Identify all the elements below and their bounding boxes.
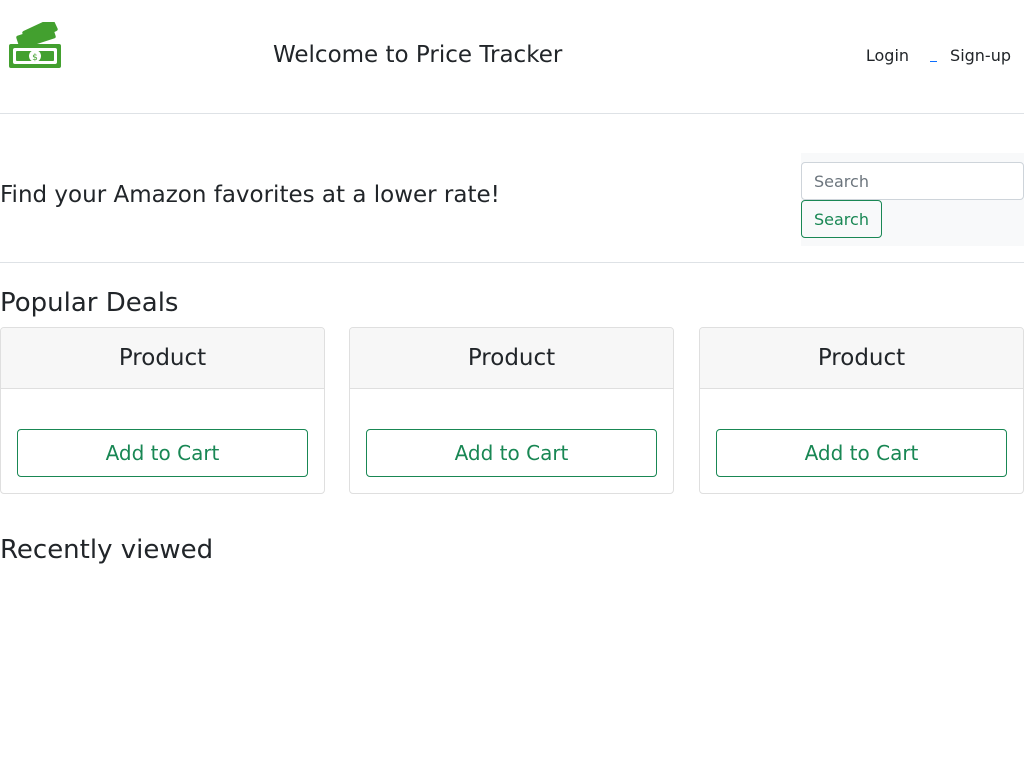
add-to-cart-button[interactable]: Add to Cart	[716, 429, 1007, 477]
money-stack-icon[interactable]: $	[7, 22, 63, 70]
product-card: Product Add to Cart	[699, 327, 1024, 494]
nav-separator	[930, 60, 938, 62]
add-to-cart-button[interactable]: Add to Cart	[366, 429, 657, 477]
product-card: Product Add to Cart	[0, 327, 325, 494]
search-button[interactable]: Search	[801, 200, 882, 238]
popular-deals-title: Popular Deals	[0, 288, 179, 318]
product-card: Product Add to Cart	[349, 327, 674, 494]
page-title: Welcome to Price Tracker	[273, 42, 563, 68]
hero-tagline: Find your Amazon favorites at a lower ra…	[0, 182, 500, 208]
search-form: Search	[801, 153, 1024, 246]
add-to-cart-button[interactable]: Add to Cart	[17, 429, 308, 477]
product-title: Product	[700, 328, 1023, 389]
product-title: Product	[1, 328, 324, 389]
recently-viewed-title: Recently viewed	[0, 535, 214, 565]
signup-link[interactable]: Sign-up	[950, 46, 1011, 66]
product-title: Product	[350, 328, 673, 389]
site-header: $ Welcome to Price Tracker Login Sign-up	[0, 0, 1024, 114]
svg-text:$: $	[32, 53, 38, 63]
login-link[interactable]: Login	[866, 46, 909, 66]
auth-nav: Login Sign-up	[866, 46, 1011, 66]
search-input[interactable]	[801, 162, 1024, 200]
